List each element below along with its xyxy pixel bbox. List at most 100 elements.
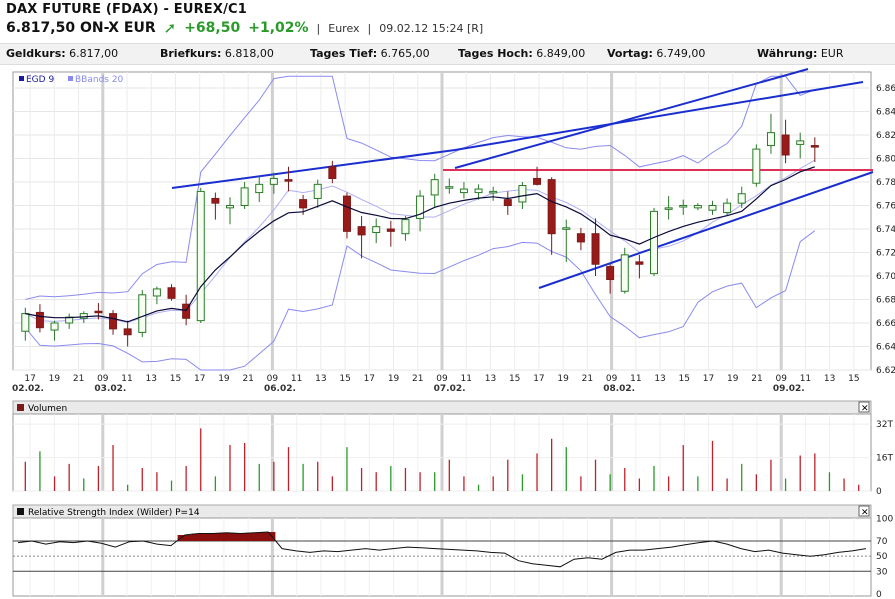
y-tick-label: 50 xyxy=(876,552,888,562)
candle-down xyxy=(109,313,118,330)
candle-up xyxy=(518,185,527,203)
candle-down xyxy=(357,226,366,236)
candle-up xyxy=(372,226,381,234)
candle-up xyxy=(796,140,805,145)
candle-up xyxy=(401,219,410,235)
candle-up xyxy=(255,183,264,194)
y-tick-label: 6.62 xyxy=(876,366,895,376)
candle-down xyxy=(123,328,132,336)
y-tick-label: 6.80 xyxy=(876,155,895,165)
candle-down xyxy=(94,310,103,314)
x-tick-label: 09 xyxy=(775,374,787,384)
x-tick-label: 09 xyxy=(606,374,618,384)
x-tick-label: 19 xyxy=(727,374,739,384)
rsi-y-axis: 100 70 50 30 0 xyxy=(876,514,893,599)
y-tick-label: 30 xyxy=(876,567,888,577)
candle-down xyxy=(781,134,790,156)
x-tick-label: 11 xyxy=(800,374,811,384)
x-tick-label: 11 xyxy=(291,374,302,384)
y-tick-label: 6.72 xyxy=(876,249,895,259)
y-tick-label: 6.82 xyxy=(876,131,895,141)
x-tick-label: 15 xyxy=(339,374,350,384)
y-tick-label: 100 xyxy=(876,514,893,524)
candle-up xyxy=(21,313,30,332)
x-tick-label: 21 xyxy=(582,374,593,384)
x-tick-label: 09 xyxy=(97,374,109,384)
candle-down xyxy=(503,199,512,206)
x-tick-label: 21 xyxy=(242,374,253,384)
candle-up xyxy=(737,193,746,204)
candle-down xyxy=(547,179,556,235)
y-tick-label: 32T xyxy=(876,420,893,430)
candle-down xyxy=(533,177,542,185)
price-y-axis: 6.86 6.84 6.82 6.80 6.78 6.76 6.74 6.72 6.70 6.68… xyxy=(876,84,895,376)
y-tick-label: 0 xyxy=(876,590,882,599)
x-tick-label: 11 xyxy=(461,374,472,384)
candle-up xyxy=(650,210,658,275)
date-label: 08.02. xyxy=(603,384,635,394)
date-label: 07.02. xyxy=(434,384,466,394)
y-tick-label: 6.84 xyxy=(876,108,895,118)
rsi-title: Relative Strength Index (Wilder) P=14 xyxy=(28,508,200,518)
x-tick-label: 15 xyxy=(509,374,520,384)
candle-down xyxy=(606,266,615,281)
candle-up xyxy=(693,205,702,209)
x-tick-label: 15 xyxy=(848,374,859,384)
chart-area[interactable]: 6.86 6.84 6.82 6.80 6.78 6.76 6.74 6.72 6.70 6.68… xyxy=(0,0,895,599)
candle-up xyxy=(723,202,732,214)
x-tick-label: 17 xyxy=(364,374,375,384)
candle-up xyxy=(50,322,59,331)
close-icon: ✕ xyxy=(861,404,869,414)
candle-up xyxy=(459,188,468,194)
candle-down xyxy=(35,311,44,329)
volume-title: Volumen xyxy=(28,404,67,414)
candle-down xyxy=(167,287,176,299)
volume-y-axis: 32T 16T 0 xyxy=(876,420,893,497)
candle-down xyxy=(591,233,600,265)
candle-up xyxy=(752,148,761,184)
candle-up xyxy=(664,207,673,210)
x-tick-label: 09 xyxy=(436,374,448,384)
candle-up xyxy=(269,177,278,185)
y-tick-label: 16T xyxy=(876,454,893,464)
y-tick-label: 6.76 xyxy=(876,202,895,212)
x-tick-label: 11 xyxy=(630,374,641,384)
x-tick-label: 13 xyxy=(824,374,835,384)
candle-down xyxy=(284,179,293,182)
candle-down xyxy=(342,195,351,232)
y-tick-label: 6.66 xyxy=(876,319,895,329)
date-label: 02.02. xyxy=(12,384,44,394)
date-label: 09.02. xyxy=(773,384,805,394)
y-tick-label: 0 xyxy=(876,487,882,497)
candle-up xyxy=(620,254,629,292)
x-tick-label: 15 xyxy=(170,374,181,384)
y-tick-label: 6.78 xyxy=(876,178,895,188)
candle-down xyxy=(386,228,395,232)
volume-close-button[interactable]: ✕ xyxy=(858,401,870,414)
candle-down xyxy=(328,166,337,179)
x-tick-label: 17 xyxy=(703,374,714,384)
candle-up xyxy=(474,188,483,194)
x-tick-label: 19 xyxy=(49,374,61,384)
x-tick-label: 09 xyxy=(267,374,279,384)
y-tick-label: 70 xyxy=(876,537,888,547)
x-tick-label: 17 xyxy=(24,374,35,384)
candle-up xyxy=(138,294,147,333)
candle-up xyxy=(679,205,688,208)
legend-swatch-bbands xyxy=(68,76,73,81)
x-tick-label: 21 xyxy=(751,374,762,384)
candle-up xyxy=(766,132,775,147)
candle-up xyxy=(430,179,439,196)
candle-up xyxy=(445,186,454,189)
volume-swatch xyxy=(17,404,24,411)
y-tick-label: 6.74 xyxy=(876,225,895,235)
close-icon: ✕ xyxy=(861,508,869,518)
candle-up xyxy=(708,205,717,211)
candle-down xyxy=(810,145,819,148)
x-tick-label: 13 xyxy=(315,374,326,384)
x-tick-label: 19 xyxy=(218,374,230,384)
rsi-close-button[interactable]: ✕ xyxy=(858,505,870,518)
date-label: 06.02. xyxy=(264,384,296,394)
x-tick-label: 11 xyxy=(121,374,132,384)
x-tick-label: 13 xyxy=(485,374,496,384)
